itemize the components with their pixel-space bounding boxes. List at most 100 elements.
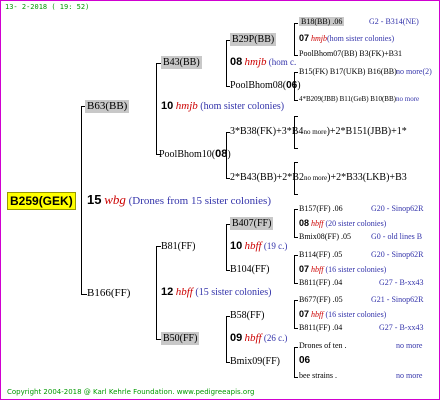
g4-row7-name: hbff (311, 219, 324, 228)
connector (294, 194, 298, 195)
g4-row10-name: hbff (311, 265, 324, 274)
connector (294, 237, 298, 238)
formula-1-rest: )+2*B151(JBB)+1* (326, 126, 407, 137)
queen-b166[interactable]: B166(FF) (87, 287, 130, 300)
g4-row12-b: G21 - Sinop62R (371, 295, 424, 304)
connector (294, 100, 298, 101)
connector (294, 347, 295, 377)
queen-poolbhom10[interactable]: PoolBhom10(08) (159, 148, 231, 161)
b43-name: hmjb (244, 56, 267, 68)
root-note: (Drones from 15 sister colonies) (128, 195, 271, 207)
queen-b63[interactable]: B63(BB) (85, 100, 130, 113)
queen-b104[interactable]: B104(FF) (230, 263, 269, 276)
connector (294, 72, 298, 73)
date-header: 13- 2-2018 ( 19: 52) (5, 3, 90, 11)
g4-row7-note: (20 sister colonies) (325, 219, 387, 228)
root-drone-info: 15 wbg (Drones from 15 sister colonies) (87, 192, 271, 208)
g4-row4-b: no more(2) (396, 67, 432, 76)
g4-row16-b: no more (396, 371, 423, 380)
connector (294, 300, 295, 328)
g4-row2-note: (hom sister colonies) (327, 34, 395, 43)
queen-b407[interactable]: B407(FF) (230, 217, 274, 230)
poolbhom08-id: PoolBhom08( (230, 80, 287, 91)
g4-row14-a: B811(FF) .04 (299, 323, 343, 332)
connector (294, 300, 298, 301)
b81-name: hbff (244, 240, 262, 252)
poolbhom10-close: ) (227, 149, 231, 160)
queen-b29p[interactable]: B29P(BB) (230, 33, 277, 46)
queen-b58[interactable]: B58(FF) (230, 309, 264, 322)
g4-row7-num: 08 (299, 218, 310, 228)
g4-row1-a[interactable]: B18(BB) .06 (299, 17, 345, 26)
connector (294, 162, 298, 163)
formula-2: 2*B43(BB)+2*B2no more)+2*B33(LKB)+B3 (230, 171, 407, 185)
b43-note: (hom c. (268, 57, 297, 67)
queen-b50[interactable]: B50(FF) (161, 332, 200, 345)
g4-row8-a: Bmix08(FF) .05 (299, 232, 352, 241)
formula-2-small: no more (303, 174, 328, 182)
queen-b81[interactable]: B81(FF) (161, 240, 195, 253)
g4-row11-b: G27 - B-xx43 (379, 278, 424, 287)
b43-drone-info: 08 hmjb (hom c. (230, 56, 296, 68)
g4-row9-b: G20 - Sinop62R (371, 250, 424, 259)
g4-row13-note: (16 sister colonies) (325, 310, 387, 319)
connector (294, 116, 298, 117)
b166-drone-info: 12 hbff (15 sister colonies) (161, 286, 271, 298)
g4-row11-a: B811(FF) .04 (299, 278, 343, 287)
connector (226, 40, 227, 86)
g4-row13-name: hbff (311, 310, 324, 319)
pedigree-page: 13- 2-2018 ( 19: 52) B259(GEK) 15 wbg (D… (0, 0, 440, 400)
connector (156, 246, 157, 339)
connector (226, 224, 227, 270)
b166-name: hbff (175, 286, 193, 298)
formula-1-small: no more (303, 128, 327, 136)
b50-note: (26 c.) (263, 333, 288, 343)
g4-row15-b: no more (396, 341, 423, 350)
connector (294, 255, 295, 283)
g4-row2-num: 07 (299, 33, 310, 43)
g4-row8-b: G0 - old lines B (371, 232, 423, 241)
connector (294, 328, 298, 329)
b81-count: 10 (230, 240, 243, 252)
connector (294, 377, 298, 378)
connector (294, 148, 298, 149)
b50-name: hbff (244, 332, 262, 344)
b43-count: 08 (230, 56, 243, 68)
footer-copyright: Copyright 2004-2018 @ Karl Kehrle Founda… (7, 388, 255, 396)
b63-count: 10 (161, 100, 174, 112)
formula-1: 3*B38(FK)+3*B4no more)+2*B151(JBB)+1* (230, 125, 407, 139)
connector (294, 209, 298, 210)
g4-row2-name: hmjb (311, 34, 328, 43)
g4-row7: 08 hbff (20 sister colonies) (299, 218, 386, 228)
connector (294, 23, 298, 24)
queen-b43[interactable]: B43(BB) (161, 56, 202, 69)
g4-row4-a: B15(FK) B17(UKB) B16(BB) (299, 67, 397, 76)
queen-bmix09[interactable]: Bmix09(FF) (230, 355, 280, 368)
g4-row16-a: bee strains . (299, 371, 337, 380)
root-queen-id[interactable]: B259(GEK) (7, 192, 76, 210)
root-name: wbg (104, 192, 126, 207)
connector (294, 23, 295, 55)
g4-row14-b: G27 - B-xx43 (379, 323, 424, 332)
b50-drone-info: 09 hbff (26 c.) (230, 332, 287, 344)
g4-row6-b: G20 - Sinop62R (371, 204, 424, 213)
g4-row10-num: 07 (299, 264, 310, 274)
g4-row3-a: PoolBhom07(BB) B3(FK)+B31 (299, 49, 402, 58)
poolbhom08-close: ) (297, 80, 301, 91)
b63-note: (hom sister colonies) (200, 101, 285, 112)
connector (294, 347, 298, 348)
connector (294, 283, 298, 284)
queen-poolbhom08[interactable]: PoolBhom08(06) (230, 79, 301, 92)
formula-2-text: 2*B43(BB)+2*B2 (230, 172, 304, 183)
b63-drone-info: 10 hmjb (hom sister colonies) (161, 100, 284, 112)
g4-row13-num: 07 (299, 309, 310, 319)
connector (294, 209, 295, 237)
g4-row15-a: Drones of ten . (299, 341, 347, 350)
connector (226, 316, 227, 362)
g4-row2: 07 hmjb(hom sister colonies) (299, 33, 394, 43)
g4-row5-a: 4*B209(JBB) B11(GeB) B10(BB) (299, 95, 396, 103)
poolbhom08-count: 06 (286, 80, 298, 91)
poolbhom10-id: PoolBhom10( (159, 149, 216, 160)
g4-row6-a: B157(FF) .06 (299, 204, 343, 213)
g4-row9-a: B114(FF) .05 (299, 250, 343, 259)
